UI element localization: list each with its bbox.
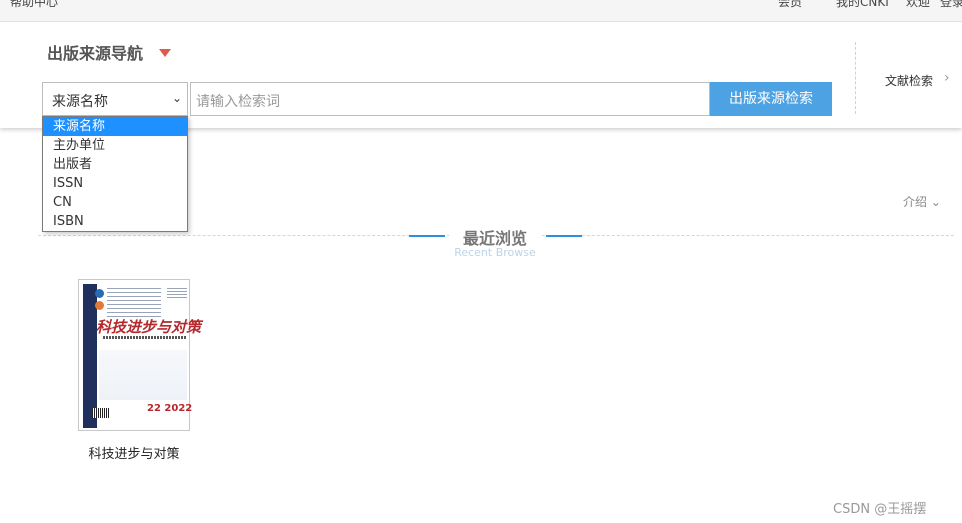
- doc-search-link[interactable]: 文献检索: [885, 72, 933, 89]
- recent-browse-subtitle: Recent Browse: [454, 246, 536, 259]
- dropdown-option-isbn[interactable]: ISBN: [43, 212, 187, 231]
- chevron-down-icon: ⌄: [171, 91, 182, 105]
- cover-code-lines: [167, 288, 187, 298]
- title-accent-right: [546, 235, 582, 237]
- dropdown-option-publisher[interactable]: 出版者: [43, 155, 187, 174]
- cover-background: [99, 350, 187, 400]
- barcode-icon: [92, 408, 110, 418]
- chevron-down-icon: ⌄: [930, 195, 941, 209]
- search-field-dropdown: 来源名称 主办单位 出版者 ISSN CN ISBN: [42, 116, 188, 232]
- cover-seal-icon: [95, 289, 104, 298]
- watermark: CSDN @王摇摆: [833, 502, 927, 517]
- dropdown-option-cn[interactable]: CN: [43, 193, 187, 212]
- chevron-right-icon[interactable]: ›: [944, 70, 950, 86]
- nav-title[interactable]: 出版来源导航: [47, 40, 143, 64]
- nav-caret-icon[interactable]: [159, 49, 171, 57]
- cover-seal-icon: [95, 301, 104, 310]
- search-field-select[interactable]: 来源名称 ⌄: [42, 82, 188, 116]
- dropdown-option-source-name[interactable]: 来源名称: [43, 117, 187, 136]
- cover-title: 科技进步与对策: [96, 318, 202, 336]
- welcome-text: 欢迎: [906, 0, 931, 9]
- member-link[interactable]: 会员: [778, 0, 802, 10]
- source-search-button[interactable]: 出版来源检索: [710, 82, 832, 116]
- help-center-link[interactable]: 帮助中心: [10, 0, 58, 10]
- title-accent-left: [409, 235, 445, 237]
- side-divider: [855, 42, 856, 114]
- my-cnki-link[interactable]: 我的CNKI: [836, 0, 889, 10]
- intro-toggle[interactable]: 介绍 ⌄: [903, 193, 941, 210]
- dropdown-option-sponsor[interactable]: 主办单位: [43, 136, 187, 155]
- cover-text-lines: [107, 288, 161, 318]
- search-input-placeholder: 请输入检索词: [196, 94, 280, 110]
- search-input[interactable]: 请输入检索词: [190, 82, 710, 116]
- top-bar: 帮助中心 会员 我的CNKI 欢迎 登录: [0, 0, 962, 22]
- dropdown-option-issn[interactable]: ISSN: [43, 174, 187, 193]
- intro-label: 介绍: [903, 195, 928, 209]
- journal-cover[interactable]: 科技进步与对策 22 2022: [78, 279, 202, 431]
- search-panel: 出版来源导航 来源名称 ⌄ 请输入检索词 出版来源检索 文献检索 ›: [0, 22, 962, 128]
- journal-name-link[interactable]: 科技进步与对策: [70, 443, 198, 462]
- cover-issue: 22 2022: [147, 403, 193, 414]
- login-link[interactable]: 登录: [940, 0, 962, 10]
- cover-english-title: [103, 336, 187, 339]
- search-field-selected: 来源名称: [52, 94, 108, 110]
